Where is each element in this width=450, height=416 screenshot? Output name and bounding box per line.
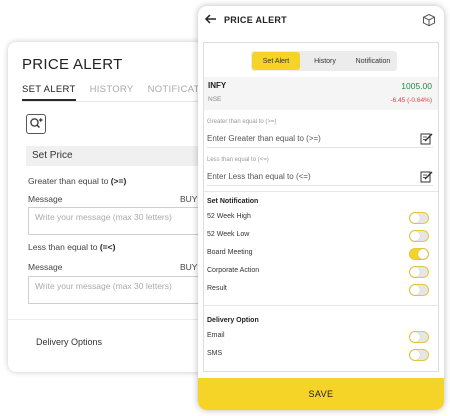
set-price-section-header: Set Price [26,146,210,166]
section-divider [204,305,438,306]
stock-exchange: NSE [208,96,222,103]
notification-label: Result [207,285,227,292]
less-than-label: Less than equal to (=<) [28,242,115,252]
notification-row: Board Meeting [207,247,433,261]
stock-info-card: INFY NSE 1005.00 -6.45 (-0.64%) [204,77,438,110]
toggle-board-meeting[interactable] [409,248,429,260]
greater-than-placeholder: Enter Greater than equal to (>=) [207,134,321,143]
toggle-knob [418,249,428,259]
message-label-1: Message [28,194,63,204]
message-label-2: Message [28,262,63,272]
message-input-2[interactable]: Write your message (max 30 letters) [28,276,210,304]
toggle-email[interactable] [409,331,429,343]
notification-label: 52 Week Low [207,231,250,238]
less-than-placeholder: Enter Less than equal to (<=) [207,172,311,181]
greater-than-input[interactable]: Enter Greater than equal to (>=) [207,132,433,148]
buy-label-2: BUY [180,262,198,272]
toggle-knob [410,350,420,360]
edit-icon[interactable] [420,170,433,183]
web-price-alert-panel: PRICE ALERT SET ALERT HISTORY NOTIFICATI… [8,42,210,372]
toggle-knob [410,285,420,295]
web-footer-divider [8,319,210,320]
notification-label: 52 Week High [207,213,251,220]
mobile-price-alert-panel: PRICE ALERT Set Alert History Notificati… [198,6,444,410]
delivery-label: Email [207,332,225,339]
stock-symbol: INFY [208,81,227,90]
notification-label: Corporate Action [207,267,260,274]
cube-icon[interactable] [422,13,436,27]
section-divider [204,191,438,192]
toggle-knob [410,213,420,223]
toggle-knob [410,231,420,241]
web-tab-divider [22,101,210,102]
web-page-title: PRICE ALERT [22,56,123,73]
buy-label-1: BUY [180,194,198,204]
stock-price: 1005.00 [401,81,432,91]
less-than-text: Less than equal to [28,242,100,252]
less-than-input[interactable]: Enter Less than equal to (<=) [207,170,433,186]
notification-row: 52 Week Low [207,229,433,243]
toggle-52-week-high[interactable] [409,212,429,224]
notification-row: Result [207,283,433,297]
less-field-label: Less than equal to (<=) [207,157,269,163]
greater-than-symbol: (>=) [110,176,127,186]
message-input-1[interactable]: Write your message (max 30 letters) [28,207,210,235]
notification-row: Corporate Action [207,265,433,279]
toggle-52-week-low[interactable] [409,230,429,242]
mobile-page-title: PRICE ALERT [224,15,287,25]
arrow-left-icon[interactable] [204,12,218,26]
segment-control: Set Alert History Notification [251,51,397,71]
segment-set-alert[interactable]: Set Alert [252,52,300,70]
segment-notification[interactable]: Notification [349,51,397,71]
zoom-in-icon [30,118,43,128]
toggle-corporate-action[interactable] [409,266,429,278]
notification-label: Board Meeting [207,249,253,256]
notification-row: 52 Week High [207,211,433,225]
toggle-knob [410,267,420,277]
stock-change: -6.45 (-0.64%) [390,97,432,104]
delivery-option-title: Delivery Option [207,317,259,324]
greater-field-label: Greater than equal to (>=) [207,119,277,125]
web-tab-set-alert[interactable]: SET ALERT [22,84,76,101]
less-than-symbol: (=<) [99,242,116,252]
delivery-label: SMS [207,350,223,357]
mobile-header: PRICE ALERT [198,6,444,36]
delivery-options-link[interactable]: Delivery Options [36,337,102,347]
segment-history[interactable]: History [301,51,349,71]
greater-than-text: Greater than equal to [28,176,111,186]
toggle-result[interactable] [409,284,429,296]
greater-than-label: Greater than equal to (>=) [28,176,126,186]
save-button[interactable]: SAVE [198,378,444,410]
edit-icon[interactable] [420,132,433,145]
delivery-row: SMS [207,348,433,362]
set-notification-title: Set Notification [207,198,259,205]
zoom-in-button[interactable] [26,114,46,134]
toggle-knob [410,332,420,342]
delivery-row: Email [207,330,433,344]
toggle-sms[interactable] [409,349,429,361]
mobile-form-body: Set Alert History Notification INFY NSE … [203,42,439,372]
